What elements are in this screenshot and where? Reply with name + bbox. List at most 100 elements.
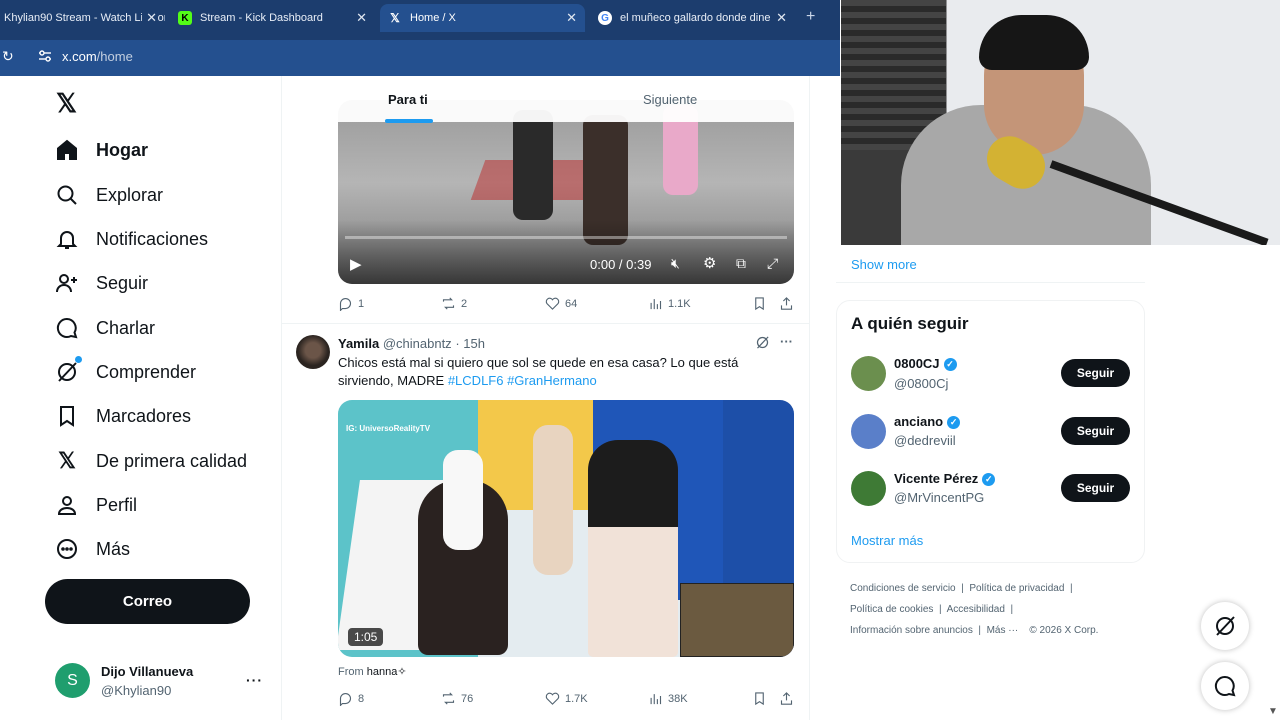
nav-item-grok[interactable]: Comprender xyxy=(54,356,196,387)
nav-item-bookmarks[interactable]: Marcadores xyxy=(54,401,191,431)
close-icon[interactable]: ✕ xyxy=(356,10,367,26)
url-text: x.com/home xyxy=(62,49,133,64)
like-button[interactable]: 64 xyxy=(545,296,577,311)
new-tab-icon[interactable]: + xyxy=(806,8,815,26)
close-icon[interactable]: ✕ xyxy=(772,10,787,26)
browser-tab-x-home[interactable]: 𝕏 Home / X ✕ xyxy=(380,4,585,32)
nav-item-premium[interactable]: 𝕏 De primera calidad xyxy=(54,446,247,476)
nav-label: Seguir xyxy=(96,272,149,293)
settings-gear-icon[interactable]: ⚙ xyxy=(703,254,716,272)
tweet-hashtags[interactable]: #LCDLF6 #GranHermano xyxy=(448,373,597,388)
post-button-label: Correo xyxy=(122,593,173,610)
mute-icon[interactable]: 🔇︎ xyxy=(671,255,680,272)
browser-tab-kick-dashboard[interactable]: K Stream - Kick Dashboard ✕ xyxy=(170,4,375,32)
messages-button[interactable] xyxy=(1201,662,1249,710)
chat-icon xyxy=(1214,675,1236,697)
fullscreen-icon[interactable]: ⤢ xyxy=(767,255,778,272)
reply-count: 1 xyxy=(358,297,365,310)
avatar[interactable] xyxy=(851,471,886,506)
repost-count: 76 xyxy=(461,692,474,705)
follow-suggestion-name[interactable]: Vicente Pérez ✓ xyxy=(894,471,996,487)
who-to-follow-title: A quién seguir xyxy=(851,314,969,333)
follow-button[interactable]: Seguir xyxy=(1061,474,1130,502)
repost-button[interactable]: 2 xyxy=(441,296,467,311)
reply-button[interactable]: 1 xyxy=(338,296,364,311)
nav-item-chat[interactable]: Charlar xyxy=(54,313,155,343)
x-logo-icon[interactable]: 𝕏 xyxy=(56,88,77,119)
share-button[interactable] xyxy=(779,296,799,311)
tab-for-you[interactable]: Para ti xyxy=(388,92,428,107)
share-button[interactable] xyxy=(779,691,799,706)
show-more-link[interactable]: Mostrar más xyxy=(851,533,923,548)
more-options-icon[interactable]: ··· xyxy=(780,334,793,349)
like-count: 1.7K xyxy=(565,692,588,705)
bookmark-button[interactable] xyxy=(752,691,772,706)
nav-item-explore[interactable]: Explorar xyxy=(54,180,163,210)
tweet-time[interactable]: · 15h xyxy=(455,336,485,351)
footer-link[interactable]: Información sobre anuncios xyxy=(850,625,973,636)
tweet-header: Yamila @chinabntz · 15h xyxy=(338,336,485,351)
nav-label: Marcadores xyxy=(96,405,192,426)
close-icon[interactable]: ✕ xyxy=(566,10,577,26)
share-icon xyxy=(780,692,793,705)
grok-icon[interactable] xyxy=(755,335,770,350)
views-button[interactable]: 38K xyxy=(648,691,688,706)
follow-suggestion-name[interactable]: anciano ✓ xyxy=(894,414,961,430)
tweet-avatar[interactable] xyxy=(296,335,330,369)
scroll-down-icon[interactable]: ▼ xyxy=(1268,706,1278,717)
nav-label: Charlar xyxy=(96,317,156,338)
pip-icon[interactable]: ⧉ xyxy=(736,255,746,272)
chat-icon xyxy=(54,315,80,341)
nav-item-profile[interactable]: Perfil xyxy=(54,490,137,520)
views-button[interactable]: 1.1K xyxy=(648,296,691,311)
play-icon[interactable]: ▶ xyxy=(350,255,362,273)
tab-following[interactable]: Siguiente xyxy=(643,92,697,107)
grok-button[interactable] xyxy=(1201,602,1249,650)
nav-item-home[interactable]: Hogar xyxy=(54,135,148,165)
follow-suggestion-handle: @dedreviil xyxy=(894,433,956,448)
show-more-link[interactable]: Show more xyxy=(851,257,917,272)
like-button[interactable]: 1.7K xyxy=(545,691,588,706)
tweet-video[interactable]: IG: UniversoRealityTV 1:05 xyxy=(338,400,794,657)
repost-button[interactable]: 76 xyxy=(441,691,473,706)
footer-row: Información sobre anuncios | Más ··· © 2… xyxy=(850,625,1099,636)
close-icon[interactable]: ✕ xyxy=(142,10,157,26)
nav-item-more[interactable]: Más xyxy=(54,534,130,564)
video-progress-bar[interactable] xyxy=(345,236,787,239)
browser-tab-google-search[interactable]: G el muñeco gallardo donde dinero ✕ xyxy=(590,4,795,32)
x-icon: 𝕏 xyxy=(390,11,400,25)
avatar[interactable]: S xyxy=(55,663,90,698)
footer-link[interactable]: Política de cookies xyxy=(850,604,933,615)
tab-label: el muñeco gallardo donde dinero xyxy=(620,12,770,24)
reply-button[interactable]: 8 xyxy=(338,691,364,706)
from-user[interactable]: hanna✧ xyxy=(367,666,407,678)
views-count: 1.1K xyxy=(668,297,691,310)
tweet-video[interactable]: ▶ 0:00 / 0:39 🔇︎ ⚙ ⧉ ⤢ xyxy=(338,100,794,284)
footer-link[interactable]: Política de privacidad xyxy=(969,583,1064,594)
follow-button[interactable]: Seguir xyxy=(1061,359,1130,387)
kick-icon: K xyxy=(178,11,192,25)
avatar[interactable] xyxy=(851,356,886,391)
bookmark-icon xyxy=(755,692,764,706)
person-name: Vicente Pérez xyxy=(894,471,979,486)
nav-item-notifications[interactable]: Notificaciones xyxy=(54,224,208,254)
nav-item-follow[interactable]: Seguir xyxy=(54,268,148,298)
follow-suggestion-handle: @MrVincentPG xyxy=(894,490,985,505)
tweet-author-name[interactable]: Yamila xyxy=(338,336,379,351)
avatar[interactable] xyxy=(851,414,886,449)
account-menu-icon[interactable]: ··· xyxy=(246,672,263,688)
site-settings-icon[interactable] xyxy=(38,49,52,63)
footer-link[interactable]: Accesibilidad xyxy=(947,604,1005,615)
video-attribution: From hanna✧ xyxy=(338,665,407,678)
tweet-author-handle[interactable]: @chinabntz xyxy=(383,336,452,351)
bookmark-button[interactable] xyxy=(752,296,772,311)
follow-button[interactable]: Seguir xyxy=(1061,417,1130,445)
browser-tab-kick-stream[interactable]: Khylian90 Stream - Watch Live on ✕ xyxy=(0,4,165,32)
post-button[interactable]: Correo xyxy=(45,579,250,624)
follow-suggestion-name[interactable]: 0800CJ ✓ xyxy=(894,356,957,372)
repost-count: 2 xyxy=(461,297,468,310)
reload-icon[interactable]: ↻ xyxy=(2,48,14,65)
footer-link[interactable]: Condiciones de servicio xyxy=(850,583,956,594)
verified-icon: ✓ xyxy=(982,473,996,487)
footer-link[interactable]: Más ··· xyxy=(987,625,1019,636)
